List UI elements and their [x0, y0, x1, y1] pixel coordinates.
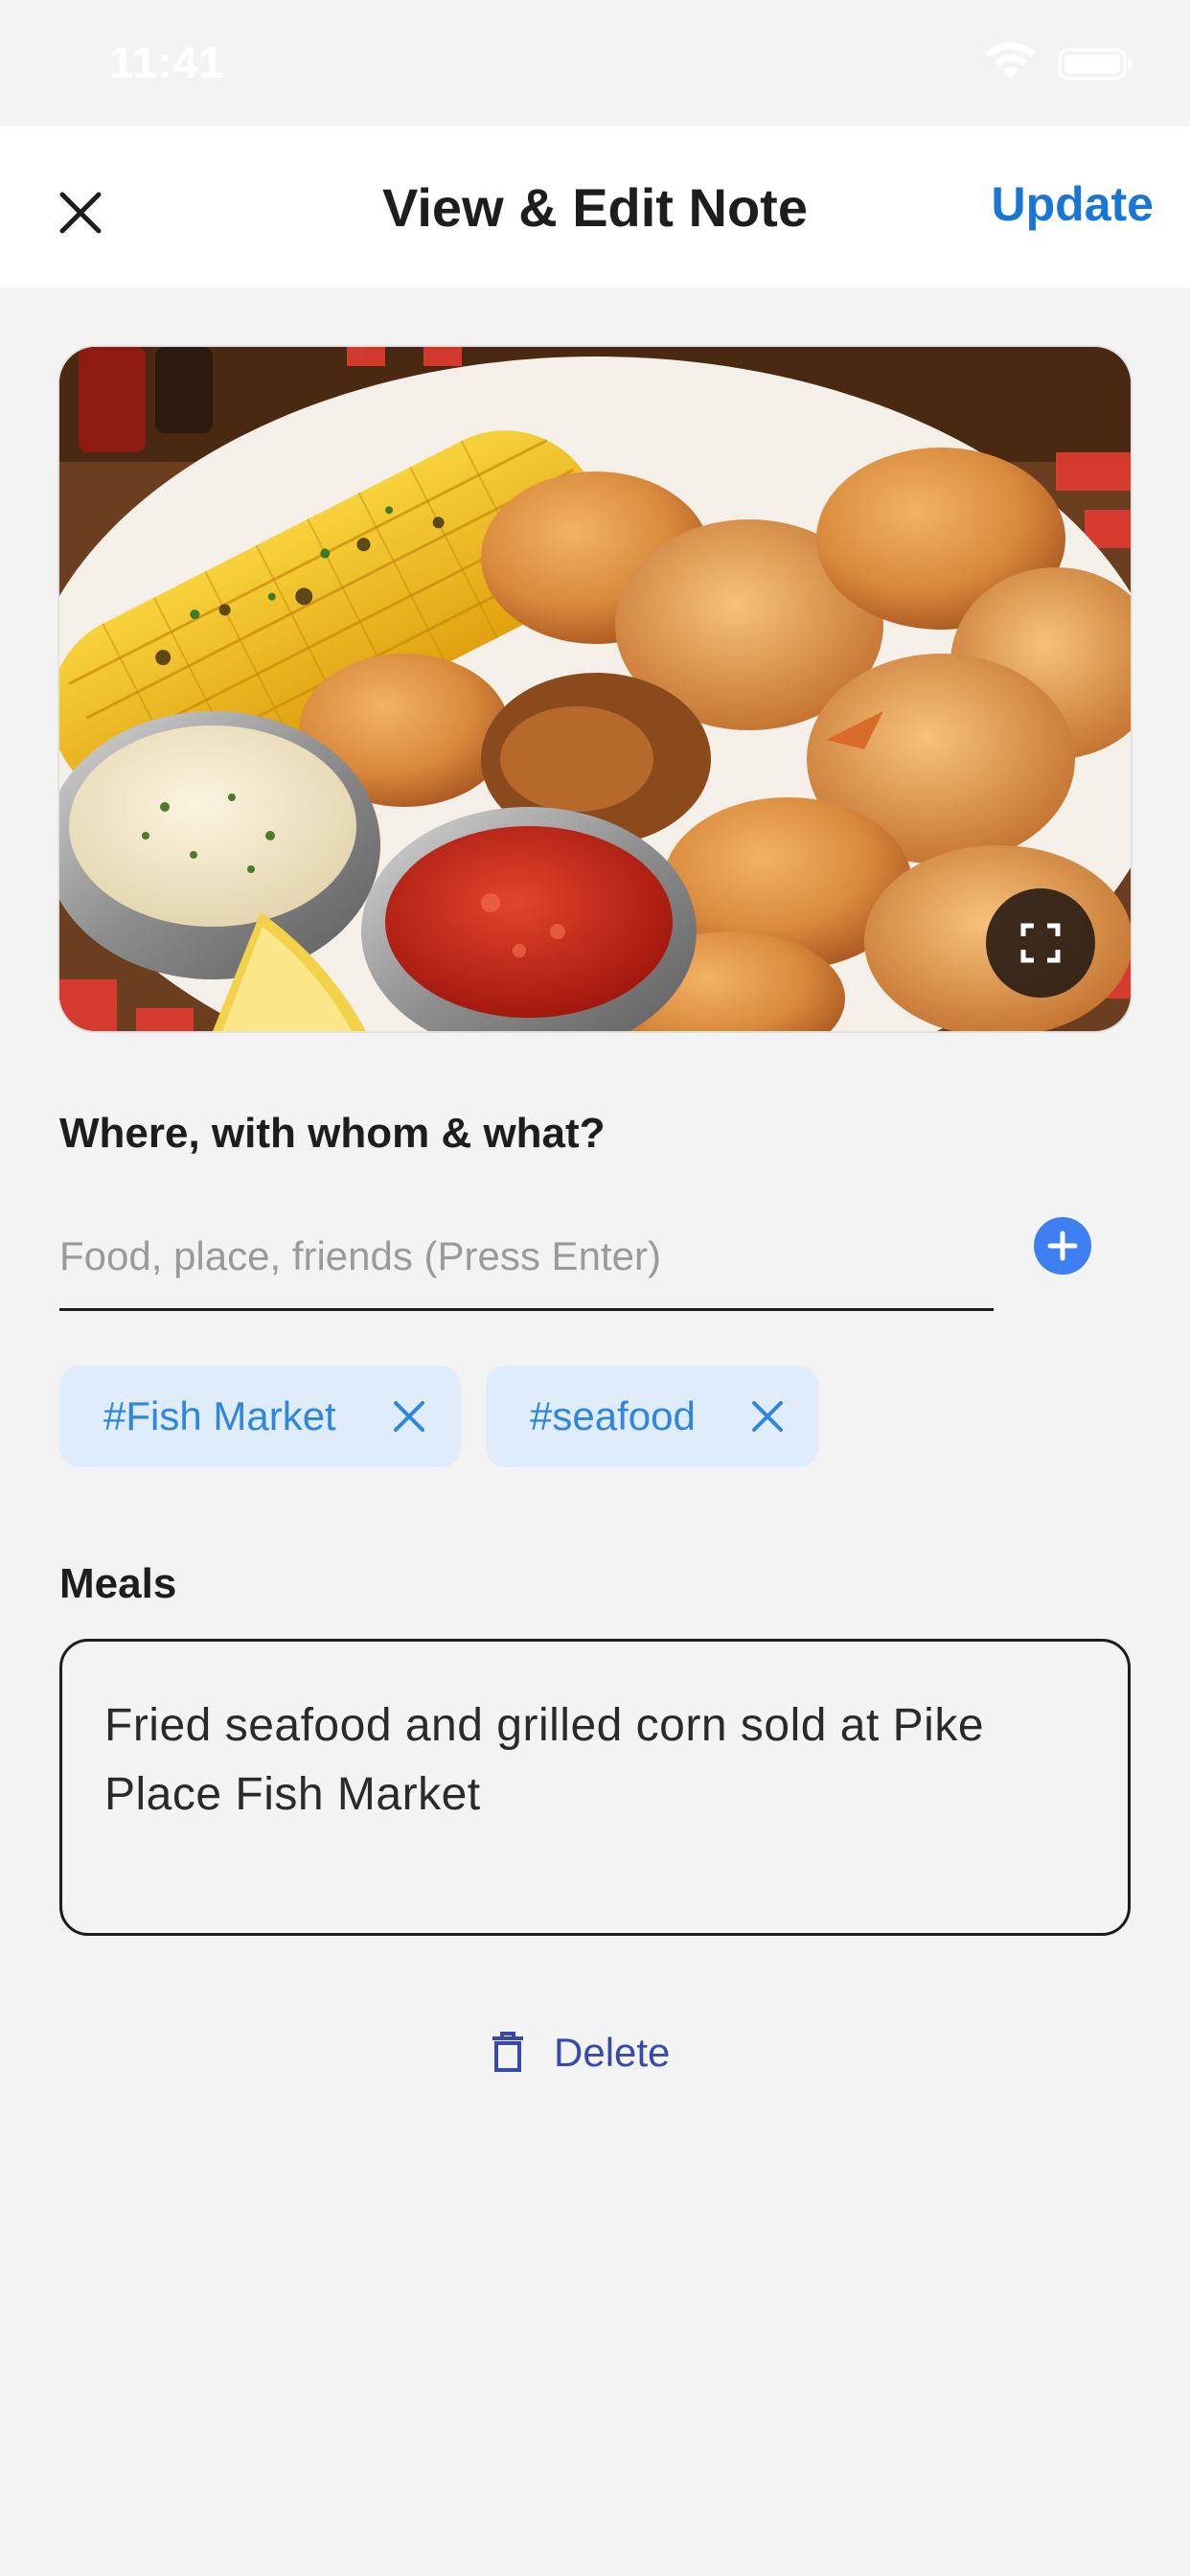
delete-button[interactable]: Delete: [491, 2024, 670, 2082]
close-icon: [394, 1401, 424, 1432]
status-time: 11:41: [109, 37, 225, 87]
trash-icon: [492, 2032, 523, 2072]
food-photo[interactable]: [59, 347, 1131, 1031]
tag-chip: #Fish Market: [59, 1366, 461, 1467]
close-button[interactable]: [50, 182, 111, 243]
expand-photo-button[interactable]: [986, 888, 1095, 998]
page-title: View & Edit Note: [382, 177, 808, 238]
food-photo-image: [59, 347, 1131, 1031]
tag-chip-label: #seafood: [530, 1393, 696, 1438]
remove-tag-button[interactable]: [746, 1395, 789, 1438]
tag-chip-label: #Fish Market: [103, 1393, 336, 1438]
delete-label: Delete: [554, 2030, 671, 2075]
battery-icon: [1058, 48, 1133, 80]
meals-section-label: Meals: [59, 1560, 177, 1607]
tags-section-label: Where, with whom & what?: [59, 1110, 606, 1157]
wifi-icon: [986, 42, 1036, 79]
update-button[interactable]: Update: [992, 176, 1154, 232]
tag-chip: #seafood: [486, 1366, 818, 1467]
tag-input[interactable]: [59, 1204, 994, 1311]
add-tag-button[interactable]: [1034, 1217, 1091, 1275]
close-icon: [59, 192, 102, 234]
nav-bar: View & Edit Note Update: [0, 126, 1190, 288]
status-bar: 11:41: [0, 0, 1190, 126]
meals-text-field[interactable]: Fried seafood and grilled corn sold at P…: [59, 1639, 1131, 1936]
plus-icon: [1047, 1230, 1078, 1261]
expand-icon: [1020, 923, 1061, 963]
close-icon: [752, 1401, 783, 1432]
remove-tag-button[interactable]: [388, 1395, 430, 1438]
